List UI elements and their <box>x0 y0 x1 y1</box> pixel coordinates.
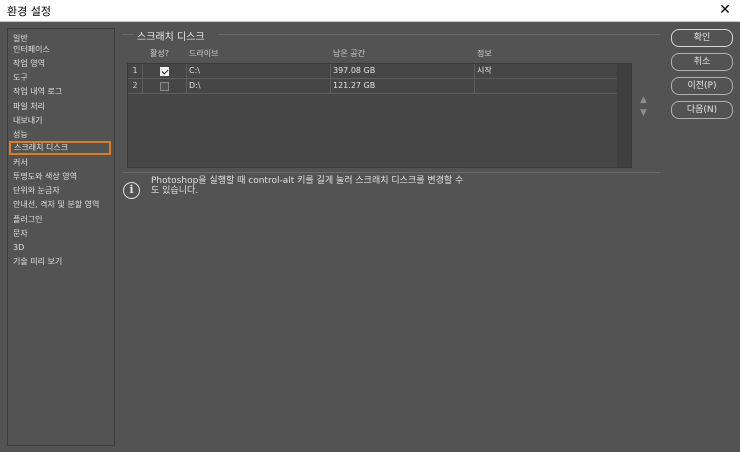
scratch-disk-table: 1 C:\ 397.08 GB 시작 2 D:\ 121.27 GB <box>127 63 632 168</box>
sidebar-item-transparency-gamut[interactable]: 투명도와 색상 영역 <box>13 170 77 183</box>
active-checkbox[interactable] <box>160 67 169 76</box>
table-row[interactable]: 2 D:\ 121.27 GB <box>128 79 617 94</box>
row-number: 1 <box>128 64 143 78</box>
active-checkbox[interactable] <box>160 82 169 91</box>
next-button[interactable]: 다음(N) <box>671 101 733 119</box>
sidebar-item-3d[interactable]: 3D <box>13 241 24 254</box>
info-cell: 시작 <box>477 66 492 75</box>
ok-button[interactable]: 확인 <box>671 29 733 47</box>
info-divider <box>122 172 660 173</box>
arrow-up-icon[interactable]: ▲ <box>640 95 647 105</box>
free-space-cell: 121.27 GB <box>333 81 376 90</box>
free-space-cell: 397.08 GB <box>333 66 376 75</box>
cancel-button[interactable]: 취소 <box>671 53 733 71</box>
sidebar-item-type[interactable]: 문자 <box>13 227 28 240</box>
sidebar-item-technology-previews[interactable]: 기술 미리 보기 <box>13 255 62 268</box>
sidebar-item-tools[interactable]: 도구 <box>13 71 28 84</box>
sidebar-item-cursors[interactable]: 커서 <box>13 156 28 169</box>
info-message-line-1: Photoshop을 실행할 때 control-alt 키를 길게 눌러 스크… <box>151 176 464 186</box>
sidebar-item-history-log[interactable]: 작업 내역 로그 <box>13 85 62 98</box>
table-row[interactable]: 1 C:\ 397.08 GB 시작 <box>128 64 617 79</box>
table-scrollbar[interactable] <box>617 64 631 167</box>
row-number: 2 <box>128 79 143 93</box>
sidebar-item-performance[interactable]: 성능 <box>13 128 28 141</box>
drive-cell: D:\ <box>189 81 201 90</box>
header-active: 활성? <box>150 49 169 58</box>
info-icon: i <box>123 182 140 199</box>
sidebar-item-interface[interactable]: 인터페이스 <box>13 43 50 56</box>
sidebar-item-workspace[interactable]: 작업 영역 <box>13 57 45 70</box>
sidebar-item-file-handling[interactable]: 파일 처리 <box>13 100 45 113</box>
section-title: 스크래치 디스크 <box>137 32 205 43</box>
section-divider-left <box>122 34 134 35</box>
prev-button[interactable]: 이전(P) <box>671 77 733 95</box>
header-drive: 드라이브 <box>189 49 219 58</box>
header-info: 정보 <box>477 49 492 58</box>
section-divider-right <box>218 34 660 35</box>
header-free-space: 남은 공간 <box>333 49 365 58</box>
sidebar-item-export[interactable]: 내보내기 <box>13 114 42 127</box>
sidebar-item-plugins[interactable]: 플러그인 <box>13 213 42 226</box>
drive-cell: C:\ <box>189 66 200 75</box>
sidebar-item-units-rulers[interactable]: 단위와 눈금자 <box>13 184 60 197</box>
info-message-line-2: 도 있습니다. <box>151 186 199 196</box>
title-bar: 환경 설정 ✕ <box>0 0 740 22</box>
sidebar-item-scratch-disks[interactable]: 스크래치 디스크 <box>9 141 111 155</box>
arrow-down-icon[interactable]: ▼ <box>640 108 647 118</box>
close-icon[interactable]: ✕ <box>716 1 734 19</box>
sidebar-item-guides-grid-slices[interactable]: 안내선, 격자 및 분할 영역 <box>13 198 99 211</box>
window-title: 환경 설정 <box>7 5 51 18</box>
preferences-sidebar: 일반 인터페이스 작업 영역 도구 작업 내역 로그 파일 처리 내보내기 성능… <box>7 28 115 446</box>
info-message: Photoshop을 실행할 때 control-alt 키를 길게 눌러 스크… <box>151 176 511 196</box>
